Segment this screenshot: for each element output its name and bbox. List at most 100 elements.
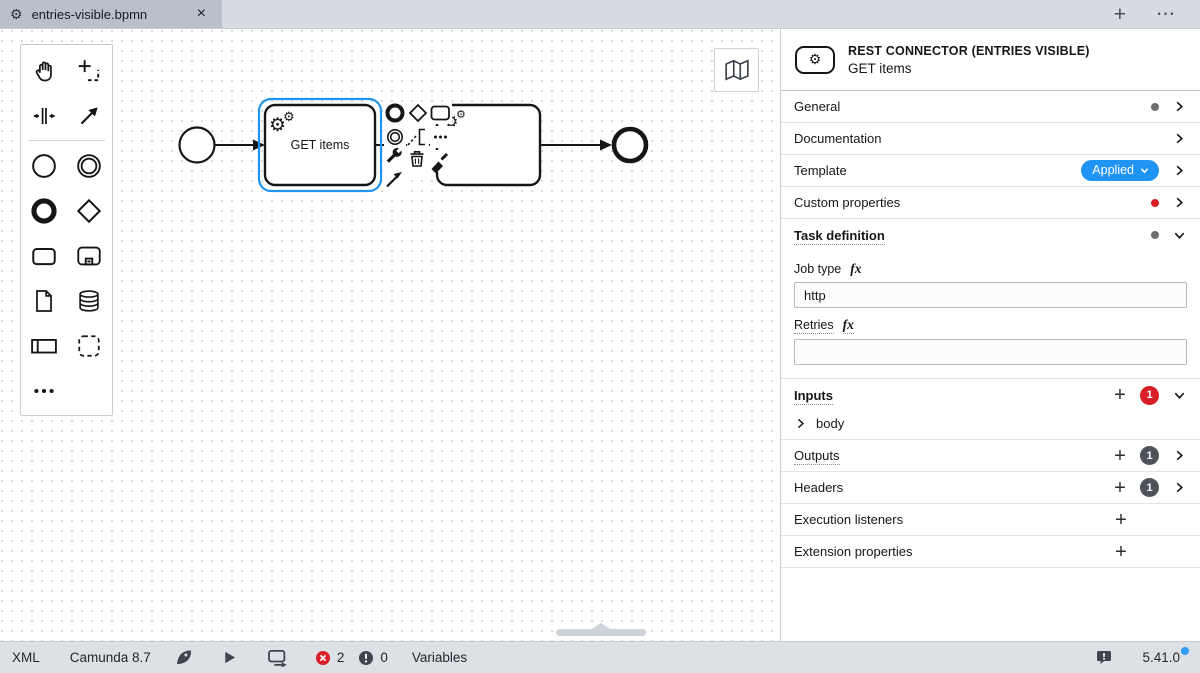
section-label: Outputs (794, 448, 840, 465)
create-data-store[interactable] (67, 278, 113, 323)
chevron-down-icon (1140, 167, 1149, 173)
palette-more-tools[interactable] (21, 368, 67, 413)
feedback-button[interactable] (1096, 650, 1112, 665)
feel-fx-icon[interactable]: fx (842, 317, 854, 334)
create-task[interactable] (21, 233, 67, 278)
hand-icon (35, 60, 52, 81)
tab-bar-actions: + ⋯ (1114, 0, 1200, 28)
data-store-icon (79, 289, 99, 312)
add-execution-listener-button[interactable]: + (1114, 510, 1128, 530)
chevron-down-icon (1174, 232, 1185, 239)
chevron-right-icon (1176, 101, 1184, 112)
badge-label: Applied (1092, 163, 1134, 177)
section-label: Task definition (794, 227, 885, 245)
diagram-svg: ⚙ ⚙ GET items ⚙ ⚙ (178, 97, 649, 196)
section-label: Execution listeners (794, 512, 904, 527)
data-indicator-dot (1151, 231, 1159, 239)
palette (20, 44, 113, 416)
create-end-event[interactable] (21, 188, 67, 233)
section-general[interactable]: General (781, 91, 1200, 123)
section-documentation[interactable]: Documentation (781, 123, 1200, 155)
play-mode-button[interactable] (267, 649, 289, 667)
element-name: GET items (848, 60, 912, 76)
warning-count[interactable]: 0 (358, 650, 388, 666)
task-unnamed[interactable]: ⚙ ⚙ (435, 103, 542, 187)
element-template-title: REST CONNECTOR (ENTRIES VISIBLE) (848, 43, 1090, 58)
app-version[interactable]: 5.41.0 (1142, 647, 1189, 665)
input-item-body[interactable]: body (781, 411, 1200, 440)
more-append-options-icon[interactable] (434, 135, 447, 139)
template-applied-badge[interactable]: Applied (1081, 160, 1159, 181)
section-headers[interactable]: Headers + 1 (781, 472, 1200, 504)
create-gateway[interactable] (67, 188, 113, 233)
bpmn-gear-icon: ⚙ (10, 6, 23, 22)
section-label: Extension properties (794, 544, 913, 559)
service-task-gear-icon: ⚙ (456, 109, 466, 121)
section-inputs[interactable]: Inputs + 1 (781, 379, 1200, 411)
start-instance-button[interactable] (222, 650, 237, 665)
chevron-right-icon (797, 418, 805, 428)
error-count[interactable]: 2 (315, 650, 344, 666)
section-label: Custom properties (794, 195, 901, 210)
engine-version-selector[interactable]: Camunda 8.7 (70, 650, 151, 665)
tab-bar: ⚙ entries-visible.bpmn × + ⋯ (0, 0, 1200, 29)
feel-fx-icon[interactable]: fx (850, 261, 861, 277)
properties-panel-header: ⚙ REST CONNECTOR (ENTRIES VISIBLE) GET i… (781, 29, 1200, 91)
status-bar: XML Camunda 8.7 2 0 Variables 5.41.0 (0, 641, 1200, 673)
space-tool[interactable] (21, 93, 67, 138)
map-icon (724, 59, 749, 81)
sequence-flow-start-to-task[interactable] (215, 139, 265, 151)
global-connect-tool[interactable] (67, 93, 113, 138)
job-type-input[interactable] (794, 282, 1187, 308)
input-item-label: body (816, 415, 845, 431)
minimap-toggle-button[interactable] (714, 48, 759, 92)
end-event[interactable] (611, 126, 649, 164)
hand-tool[interactable] (21, 48, 67, 93)
connect-arrow-icon (80, 106, 98, 124)
create-data-object[interactable] (21, 278, 67, 323)
bpmn-canvas[interactable]: ⚙ ⚙ GET items ⚙ ⚙ (0, 29, 780, 641)
retries-input[interactable] (794, 339, 1187, 365)
section-custom-properties[interactable]: Custom properties (781, 187, 1200, 219)
start-event[interactable] (178, 126, 216, 164)
chevron-down-icon (1174, 392, 1185, 399)
sequence-flow-task-to-end[interactable] (540, 139, 612, 151)
section-outputs[interactable]: Outputs + 1 (781, 440, 1200, 472)
chevron-right-icon (1176, 133, 1184, 144)
add-output-button[interactable]: + (1113, 446, 1127, 466)
create-intermediate-event[interactable] (67, 143, 113, 188)
tab-overflow-button[interactable]: ⋯ (1156, 5, 1176, 24)
add-header-button[interactable]: + (1113, 478, 1127, 498)
ellipsis-icon (34, 388, 54, 393)
task-get-items[interactable]: ⚙ ⚙ GET items (263, 103, 377, 187)
retries-label: Retries (794, 317, 834, 334)
close-tab-icon[interactable]: × (197, 6, 206, 22)
add-extension-property-button[interactable]: + (1114, 542, 1128, 562)
bottom-panel-resize-handle[interactable] (556, 623, 646, 636)
warning-count-value: 0 (380, 650, 388, 665)
variables-button[interactable]: Variables (412, 650, 467, 665)
section-task-definition[interactable]: Task definition (781, 219, 1200, 251)
lasso-tool[interactable] (67, 48, 113, 93)
tab-title: entries-visible.bpmn (31, 6, 148, 22)
section-label: Documentation (794, 131, 882, 146)
create-group[interactable] (67, 323, 113, 368)
gateway-icon (77, 198, 102, 223)
section-execution-listeners[interactable]: Execution listeners + (781, 504, 1200, 536)
add-input-button[interactable]: + (1113, 385, 1127, 405)
chevron-right-icon (1176, 450, 1184, 461)
section-template[interactable]: Template Applied (781, 155, 1200, 187)
section-label: Inputs (794, 387, 833, 405)
new-tab-button[interactable]: + (1114, 4, 1126, 25)
create-start-event[interactable] (21, 143, 67, 188)
intermediate-event-icon (77, 153, 102, 178)
chevron-right-icon (1176, 165, 1184, 176)
task-icon (32, 247, 56, 265)
tab-entries-visible[interactable]: ⚙ entries-visible.bpmn × (0, 0, 222, 28)
section-extension-properties[interactable]: Extension properties + (781, 536, 1200, 568)
create-subprocess[interactable] (67, 233, 113, 278)
xml-view-toggle[interactable]: XML (12, 650, 40, 665)
chevron-right-icon (1176, 197, 1184, 208)
deploy-button[interactable] (175, 649, 192, 666)
create-participant[interactable] (21, 323, 67, 368)
